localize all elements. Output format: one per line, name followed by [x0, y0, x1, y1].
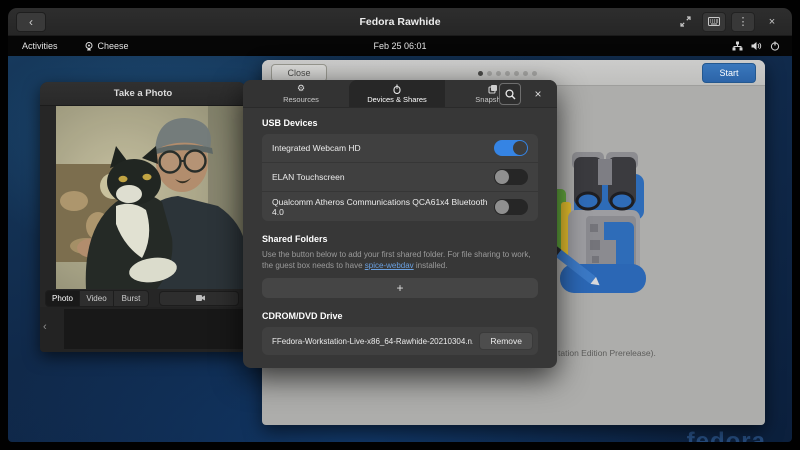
- remove-iso-button[interactable]: Remove: [479, 332, 533, 350]
- box-properties-dialog: ⚙ Resources Devices & Shares Snapshots: [243, 80, 557, 368]
- back-button[interactable]: ‹: [16, 12, 46, 32]
- page-dot[interactable]: [496, 71, 501, 76]
- cheese-title: Take a Photo: [114, 88, 172, 99]
- app-titlebar: ‹ Fedora Rawhide ⋮ ×: [8, 8, 792, 36]
- power-icon: [770, 41, 780, 51]
- photo-gallery-strip: ‹: [40, 307, 246, 352]
- page-dot[interactable]: [487, 71, 492, 76]
- cdrom-row: FFedora-Workstation-Live-x86_64-Rawhide-…: [262, 327, 538, 355]
- network-icon: [732, 41, 743, 51]
- gallery-thumbnails: [64, 309, 244, 349]
- dialog-close-icon[interactable]: ×: [527, 83, 549, 105]
- menu-kebab-icon[interactable]: ⋮: [731, 12, 755, 32]
- close-window-icon[interactable]: ×: [760, 12, 784, 32]
- video-mode-button[interactable]: Video: [80, 291, 114, 306]
- bluetooth-toggle[interactable]: [494, 199, 528, 215]
- dialog-header: ⚙ Resources Devices & Shares Snapshots: [243, 80, 557, 108]
- volume-icon: [751, 41, 762, 51]
- app-indicator-label: Cheese: [98, 41, 129, 51]
- page-dot[interactable]: [478, 71, 483, 76]
- snapshots-icon: [488, 84, 498, 94]
- usb-device-row: Integrated Webcam HD: [262, 134, 538, 163]
- boxes-app-window: ‹ Fedora Rawhide ⋮ × Activities Cheese F…: [8, 8, 792, 442]
- shell-top-bar: Activities Cheese Feb 25 06:01: [8, 36, 792, 56]
- dialog-body: USB Devices Integrated Webcam HD ELAN To…: [243, 108, 557, 368]
- cheese-controls: Photo Video Burst: [40, 289, 246, 307]
- iso-filename: FFedora-Workstation-Live-x86_64-Rawhide-…: [272, 337, 473, 346]
- cdrom-heading: CDROM/DVD Drive: [262, 311, 538, 321]
- vm-display: Activities Cheese Feb 25 06:01 fedora Cl…: [8, 36, 792, 442]
- keyboard-icon[interactable]: [702, 12, 726, 32]
- page-dot[interactable]: [532, 71, 537, 76]
- tab-resources[interactable]: ⚙ Resources: [253, 80, 349, 107]
- page-dot[interactable]: [514, 71, 519, 76]
- close-preview-button[interactable]: Close: [271, 64, 327, 82]
- tab-devices-shares[interactable]: Devices & Shares: [349, 80, 445, 107]
- prerelease-caption: tation Edition Prerelease).: [558, 348, 656, 358]
- cheese-titlebar: Take a Photo: [40, 82, 246, 106]
- usb-device-row: ELAN Touchscreen: [262, 163, 538, 192]
- burst-mode-button[interactable]: Burst: [114, 291, 148, 306]
- gallery-prev-button[interactable]: ‹: [43, 321, 47, 333]
- app-indicator[interactable]: Cheese: [84, 41, 129, 51]
- binoculars-robot-artwork: [546, 144, 662, 310]
- add-shared-folder-button[interactable]: +: [262, 278, 538, 298]
- webcam-toggle[interactable]: [494, 140, 528, 156]
- cheese-window: Take a Photo: [40, 82, 246, 352]
- page-dot[interactable]: [505, 71, 510, 76]
- activities-button[interactable]: Activities: [22, 41, 58, 51]
- search-icon: [505, 89, 516, 100]
- page-dot[interactable]: [523, 71, 528, 76]
- touchscreen-toggle[interactable]: [494, 169, 528, 185]
- gear-icon: ⚙: [297, 84, 305, 94]
- search-button[interactable]: [499, 83, 521, 105]
- fullscreen-icon[interactable]: [673, 12, 697, 32]
- devices-icon: [393, 84, 401, 94]
- shared-folders-description: Use the button below to add your first s…: [262, 250, 538, 271]
- usb-devices-list: Integrated Webcam HD ELAN Touchscreen Qu…: [262, 134, 538, 221]
- webcam-preview: [56, 106, 246, 289]
- webcam-icon: [84, 42, 94, 51]
- spice-webdav-link[interactable]: spice-webdav: [365, 261, 414, 270]
- fedora-watermark: fedora: [687, 428, 766, 442]
- shared-folders-heading: Shared Folders: [262, 234, 538, 244]
- camera-icon: [193, 294, 205, 302]
- photo-mode-button[interactable]: Photo: [46, 291, 80, 306]
- usb-device-row: Qualcomm Atheros Communications QCA61x4 …: [262, 192, 538, 221]
- start-button[interactable]: Start: [702, 63, 756, 83]
- usb-devices-heading: USB Devices: [262, 118, 538, 128]
- take-photo-button[interactable]: [159, 291, 239, 306]
